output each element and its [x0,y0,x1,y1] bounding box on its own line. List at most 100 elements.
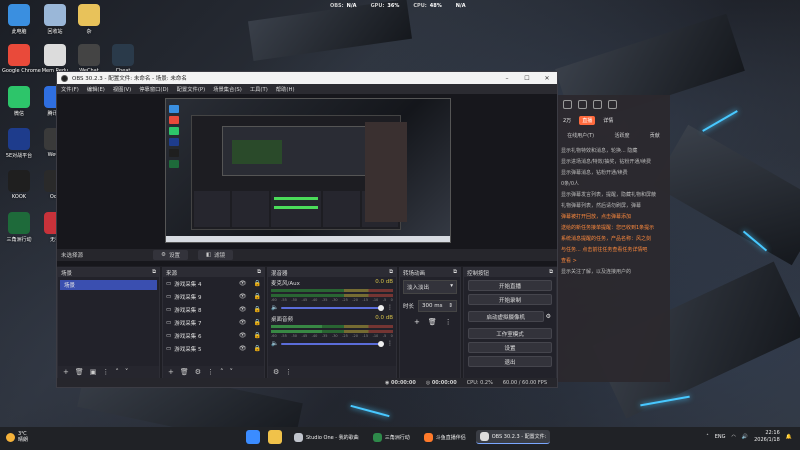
windows-start-icon[interactable] [246,430,260,444]
volume-icon[interactable]: 🔊 [742,434,748,440]
virtual-camera-settings-icon[interactable]: ⚙ [546,313,551,320]
visibility-eye-icon[interactable]: 👁 [239,306,247,313]
menu-item[interactable]: 配置文件(P) [177,85,206,93]
close-button[interactable]: ✕ [537,75,557,82]
source-item[interactable]: ▭ 游戏采集 6 👁 🔒 [163,329,264,342]
remove-transition-button[interactable]: 🗑 [428,318,437,326]
studio-mode-button[interactable]: 工作室模式 [468,328,552,339]
menu-item[interactable]: 编辑(E) [87,85,105,93]
dock-popout-icon[interactable]: ⧉ [453,269,457,276]
visibility-eye-icon[interactable]: 👁 [239,332,247,339]
lock-icon[interactable]: 🔒 [254,293,261,300]
source-item[interactable]: ▭ 游戏采集 5 👁 🔒 [163,342,264,355]
remove-source-button[interactable]: 🗑 [180,368,189,376]
volume-knob[interactable] [378,304,384,311]
notification-icon[interactable]: 🔔 [786,434,792,440]
volume-slider[interactable] [281,304,384,311]
desktop-icon[interactable]: Mem Redu [38,44,72,74]
chat-tab[interactable]: 在线用户(T) [567,132,594,139]
move-down-button[interactable]: ˅ [230,368,234,376]
network-icon[interactable]: ◠ [732,434,736,440]
chat-window-icon[interactable] [593,99,602,109]
menu-item[interactable]: 工具(T) [250,85,268,93]
start-recording-button[interactable]: 开始录制 [468,294,552,305]
source-item[interactable]: ▭ 游戏采集 8 👁 🔒 [163,303,264,316]
visibility-eye-icon[interactable]: 👁 [239,293,247,300]
volume-knob[interactable] [378,340,384,347]
exit-button[interactable]: 退出 [468,356,552,367]
move-up-button[interactable]: ˄ [115,368,119,376]
menu-item[interactable]: 停靠窗口(D) [139,85,168,93]
scene-item[interactable]: 场景 [60,280,157,290]
desktop-icon[interactable]: 此电脑 [2,4,36,35]
desktop-icon[interactable]: Cheat [106,44,140,74]
lock-icon[interactable]: 🔒 [254,306,261,313]
move-down-button[interactable]: ˅ [125,368,129,376]
canvas-preview[interactable] [165,98,451,243]
visibility-eye-icon[interactable]: 👁 [239,319,247,326]
lock-icon[interactable]: 🔒 [254,332,261,339]
chat-tab[interactable]: 贡献 [650,132,660,139]
add-transition-button[interactable]: + [414,318,420,326]
more-icon[interactable]: ⋮ [207,368,214,376]
desktop-icon[interactable]: Google Chrome [2,44,41,74]
desktop-icon[interactable]: 微信 [2,86,36,117]
chat-tab[interactable]: 活跃度 [614,132,629,139]
desktop-icon[interactable]: 杂 [72,4,106,35]
virtual-camera-button[interactable]: 启动虚拟摄像机 [468,311,544,322]
more-icon[interactable]: ⋮ [102,368,109,376]
source-properties-button[interactable]: ⚙ [195,368,201,376]
source-item[interactable]: ▭ 游戏采集 7 👁 🔒 [163,316,264,329]
desktop-icon[interactable]: 回收站 [38,4,72,35]
dock-popout-icon[interactable]: ⧉ [152,269,156,276]
taskbar-app[interactable]: 三角洲行动 [369,430,414,444]
duration-spinbox[interactable]: 300 ms ⇕ [418,300,457,312]
taskbar-app[interactable]: 斗鱼直播伴侣 [420,430,470,444]
menu-item[interactable]: 场景集合(S) [213,85,242,93]
chat-window-icon[interactable] [578,99,587,109]
chevron-up-icon[interactable]: ˄ [706,434,709,440]
scene-filters-button[interactable]: ▣ [90,368,97,376]
source-item[interactable]: ▭ 游戏采集 9 👁 🔒 [163,290,264,303]
more-icon[interactable]: ⋮ [445,318,452,326]
weather-widget[interactable]: 3℃ 晴朗 [6,431,28,443]
lock-icon[interactable]: 🔒 [254,319,261,326]
minimize-button[interactable]: – [497,75,517,82]
source-settings-button[interactable]: ⚙ 设置 [153,250,188,260]
settings-button[interactable]: 设置 [468,342,552,353]
desktop-icon[interactable]: KOOK [2,170,36,200]
volume-slider[interactable] [281,340,384,347]
taskbar-app[interactable]: Studio One - 我的歌曲 [290,430,363,444]
speaker-icon[interactable]: 🔈 [271,304,278,311]
dock-popout-icon[interactable]: ⧉ [257,269,261,276]
speaker-icon[interactable]: 🔈 [271,340,278,347]
source-filters-button[interactable]: ◧ 滤镜 [197,250,234,260]
more-icon[interactable]: ⋮ [285,368,292,376]
menu-item[interactable]: 帮助(H) [276,85,295,93]
file-explorer-icon[interactable] [268,430,282,444]
mixer-settings-icon[interactable]: ⚙ [273,368,279,376]
remove-scene-button[interactable]: 🗑 [75,368,84,376]
visibility-eye-icon[interactable]: 👁 [239,280,247,287]
language-indicator[interactable]: ENG [715,434,726,440]
maximize-button[interactable]: ☐ [517,75,537,82]
lock-icon[interactable]: 🔒 [254,345,261,352]
menu-item[interactable]: 文件(F) [61,85,79,93]
more-icon[interactable]: ⋮ [387,304,393,311]
chat-message[interactable]: 查看 > [557,255,670,266]
dock-popout-icon[interactable]: ⧉ [389,269,393,276]
desktop-icon[interactable]: WeChat [72,44,106,74]
clock[interactable]: 22:16 2026/1/18 [754,430,780,444]
start-streaming-button[interactable]: 开始直播 [468,280,552,291]
desktop-icon[interactable]: 三角洲行动 [2,212,36,243]
transition-select[interactable]: 淡入淡出 ▾ [403,280,457,294]
add-scene-button[interactable]: + [63,368,69,376]
chat-mode[interactable]: 详情 [603,117,613,124]
lock-icon[interactable]: 🔒 [254,280,261,287]
add-source-button[interactable]: + [168,368,174,376]
visibility-eye-icon[interactable]: 👁 [239,345,247,352]
more-icon[interactable]: ⋮ [387,340,393,347]
dock-popout-icon[interactable]: ⧉ [549,269,553,276]
taskbar-app[interactable]: OBS 30.2.3 - 配置文件: [475,430,551,444]
chat-window-icon[interactable] [608,99,617,109]
